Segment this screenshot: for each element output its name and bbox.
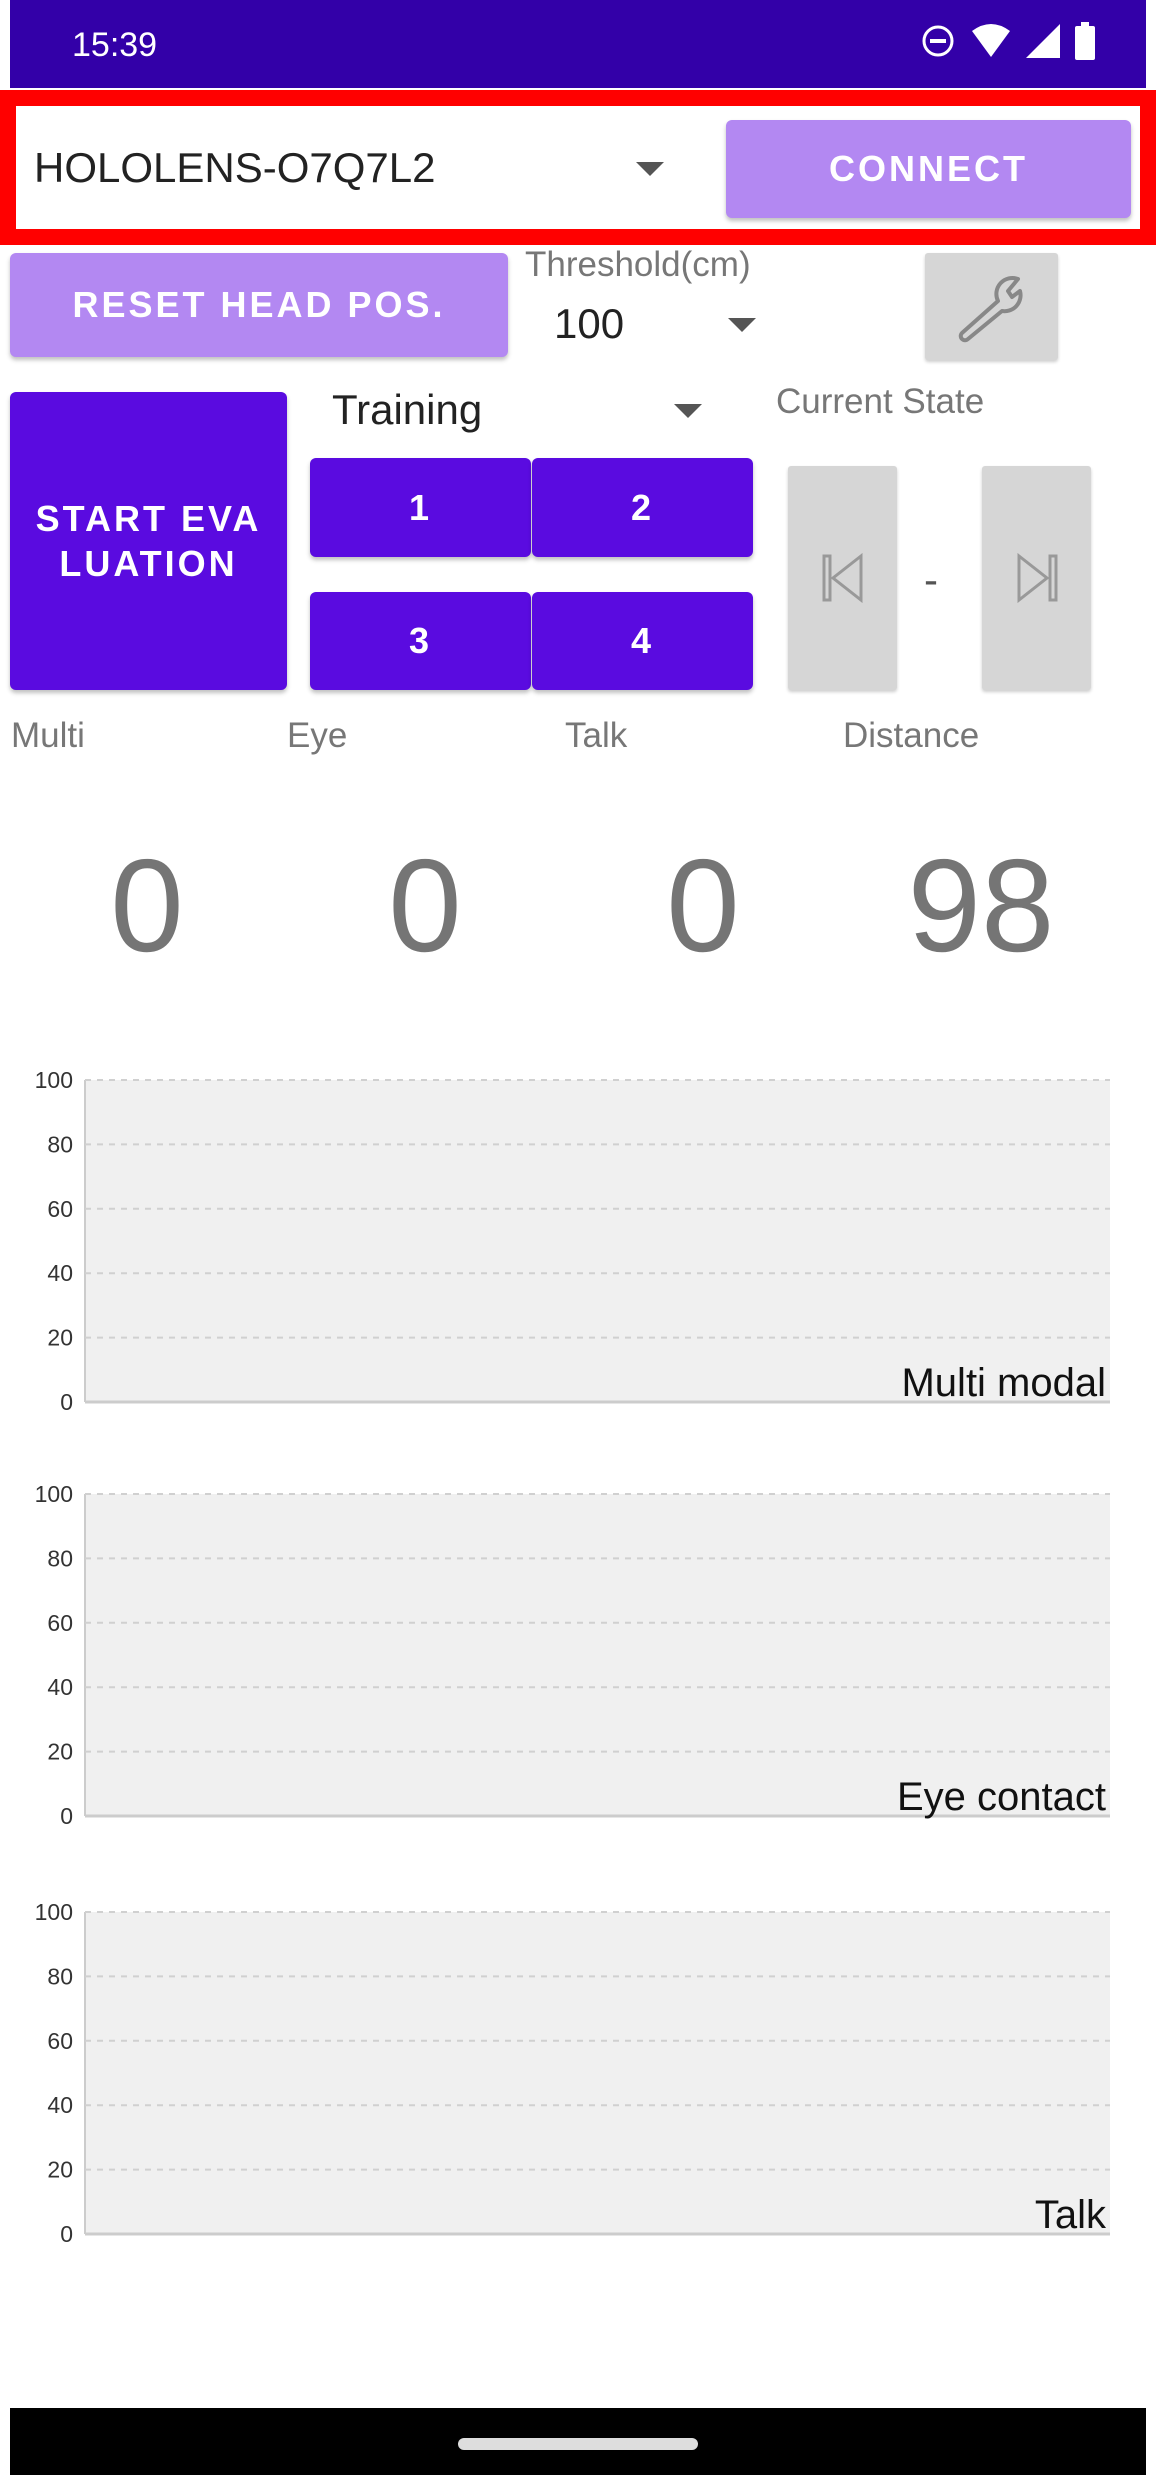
chart-title: Eye contact: [897, 1775, 1106, 1819]
chart-y-tick-label: 80: [47, 1545, 73, 1571]
chart-y-tick-label: 40: [47, 1260, 73, 1286]
chart-y-tick-label: 60: [47, 1196, 73, 1222]
chart-plot-area: [85, 1494, 1110, 1816]
chart-y-tick-label: 0: [60, 1803, 73, 1829]
home-gesture-handle[interactable]: [458, 2438, 698, 2450]
chart-y-tick-label: 0: [60, 2221, 73, 2247]
chart-y-tick-label: 0: [60, 1389, 73, 1415]
chart-y-tick-label: 100: [35, 1481, 73, 1507]
chart-title: Multi modal: [901, 1361, 1106, 1405]
chart-y-tick-label: 60: [47, 1610, 73, 1636]
chart-y-tick-label: 60: [47, 2028, 73, 2054]
chart-title: Talk: [1035, 2193, 1107, 2237]
chart-y-tick-label: 100: [35, 1067, 73, 1093]
chart-y-tick-label: 20: [47, 1325, 73, 1351]
chart-y-tick-label: 80: [47, 1131, 73, 1157]
chart-y-tick-label: 80: [47, 1963, 73, 1989]
chart-plot-area: [85, 1080, 1110, 1402]
charts: 0 20 40 60 80 100 Multi modal 0 20 40 60 80 100 Eye c…: [35, 1067, 1110, 2247]
navigation-bar: [10, 2408, 1146, 2475]
chart-y-tick-label: 100: [35, 1899, 73, 1925]
chart-y-tick-label: 40: [47, 1674, 73, 1700]
chart-y-tick-label: 20: [47, 1739, 73, 1765]
chart-y-tick-label: 40: [47, 2092, 73, 2118]
chart-y-tick-label: 20: [47, 2157, 73, 2183]
chart-plot-area: [85, 1912, 1110, 2234]
